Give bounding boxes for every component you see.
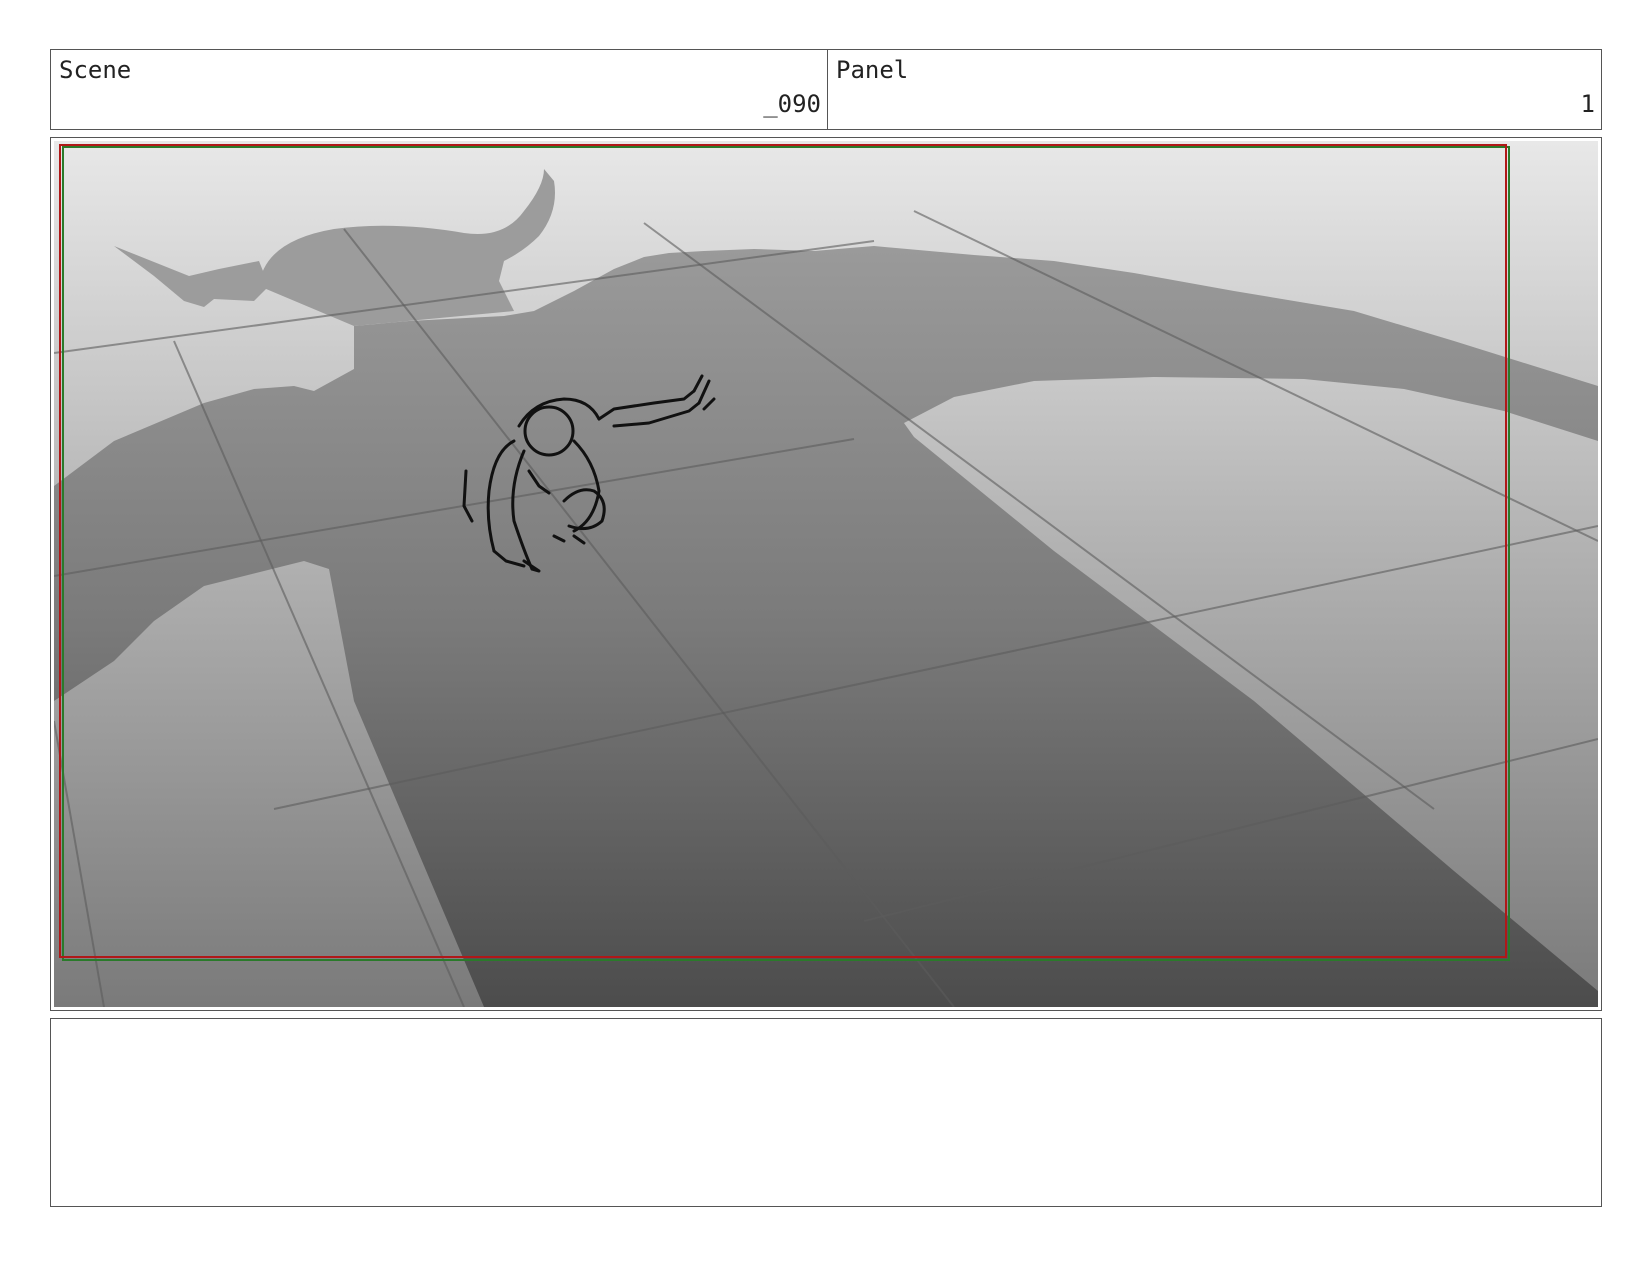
storyboard-sketch (54, 141, 1598, 1007)
scene-value: _090 (763, 90, 821, 118)
scene-cell: Scene _090 (51, 50, 828, 129)
scene-label: Scene (59, 56, 132, 84)
panel-notes[interactable] (50, 1018, 1602, 1207)
panel-frame (50, 137, 1602, 1011)
panel-cell: Panel 1 (828, 50, 1601, 129)
panel-value: 1 (1580, 90, 1595, 118)
panel-label: Panel (836, 56, 909, 84)
storyboard-header: Scene _090 Panel 1 (50, 49, 1602, 130)
